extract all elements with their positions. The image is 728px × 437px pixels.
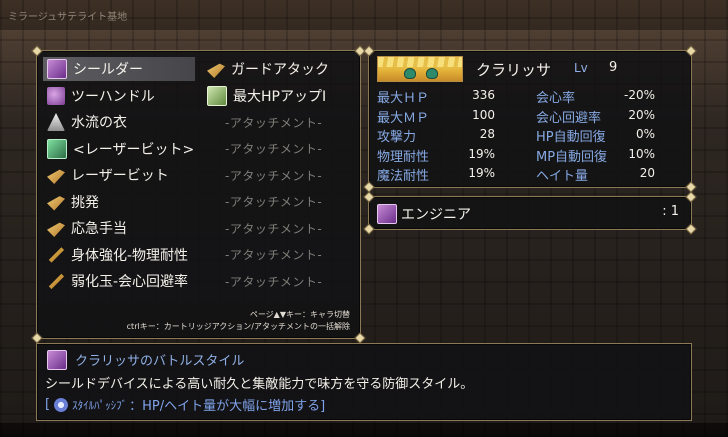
passive-tag: ｽﾀｲﾙﾊﾟｯｼﾌﾞ	[72, 398, 128, 412]
gun-icon	[47, 222, 65, 237]
stat-label: 攻撃力	[377, 130, 417, 145]
attachment-slot[interactable]: -アタッチメント-	[203, 137, 353, 161]
skill-slot[interactable]: 水流の衣	[43, 110, 195, 134]
character-name: クラリッサ	[476, 61, 552, 79]
portrait-eye	[404, 68, 416, 79]
skill-slot[interactable]: レーザービット	[43, 163, 195, 187]
attachment-slot[interactable]: -アタッチメント-	[203, 269, 353, 293]
skill-slot[interactable]: 応急手当	[43, 216, 195, 240]
character-portrait	[377, 56, 463, 82]
stat-label: 最大ＭＰ	[377, 110, 430, 126]
job-level: : 1	[662, 204, 679, 219]
stat-label: 物理耐性	[377, 149, 430, 165]
attachment-slot[interactable]: -アタッチメント-	[203, 110, 353, 134]
stat-value: 0%	[635, 127, 655, 141]
attachment-empty-label: -アタッチメント-	[225, 115, 323, 130]
attachment-slot[interactable]: -アタッチメント-	[203, 190, 353, 214]
bottom-bar	[0, 423, 728, 437]
style-icon	[47, 350, 67, 370]
area-label: ミラージュサテライト基地	[8, 12, 128, 23]
attachment-empty-label: -アタッチメント-	[225, 274, 323, 289]
passive-text: ：HP/ヘイト量が大幅に増加する]	[129, 399, 326, 414]
attachment-empty-label: -アタッチメント-	[225, 142, 323, 156]
skill-label: 身体強化-物理耐性	[71, 247, 189, 264]
stat-label: ヘイト量	[536, 169, 589, 184]
passive-bracket: [	[45, 397, 51, 412]
stat-label: HP自動回復	[536, 130, 606, 145]
stat-value: 20	[639, 166, 655, 180]
skill-slot[interactable]: <レーザービット>	[43, 137, 195, 161]
skill-slot[interactable]: シールダー	[43, 57, 195, 81]
cartridge-icon	[48, 273, 65, 290]
stat-value: 100	[472, 107, 495, 122]
hint-page-switch: ページ▲▼キー：キャラ切替	[249, 310, 350, 319]
description-panel: クラリッサのバトルスタイル シールドデバイスによる高い耐久と集敵能力で味方を守る…	[36, 343, 692, 421]
skill-label: 挑発	[71, 194, 99, 211]
description-text: シールドデバイスによる高い耐久と集敵能力で味方を守る防御スタイル。	[45, 377, 474, 392]
stat-value: 28	[479, 127, 495, 141]
skill-label: <レーザービット>	[73, 141, 195, 158]
description-title: クラリッサのバトルスタイル	[75, 354, 245, 369]
skill-slot[interactable]: 身体強化-物理耐性	[43, 243, 195, 267]
skill-label: 応急手当	[71, 221, 127, 237]
stat-label: 魔法耐性	[377, 169, 430, 184]
stat-value: 19%	[468, 166, 495, 180]
attachment-empty-label: -アタッチメント-	[225, 195, 323, 209]
portrait-hair	[378, 57, 462, 67]
stat-value: 19%	[468, 146, 495, 161]
stat-value: -20%	[623, 88, 655, 102]
attachment-empty-label: -アタッチメント-	[225, 248, 323, 262]
card-icon	[207, 85, 227, 106]
attachment-empty-label: -アタッチメント-	[225, 221, 323, 236]
stat-label: 会心率	[536, 91, 576, 106]
gun-icon	[47, 169, 65, 184]
stat-label: 最大ＨＰ	[377, 91, 430, 106]
cartridge-icon	[48, 247, 65, 263]
level-value: 9	[609, 60, 618, 75]
job-name[interactable]: エンジニア	[401, 204, 471, 224]
skill-label: ツーハンドル	[71, 88, 155, 105]
shield-icon	[47, 59, 67, 79]
stat-label: MP自動回復	[536, 149, 608, 165]
hand-icon	[47, 86, 65, 105]
portrait-eye	[426, 68, 438, 79]
skill-slot[interactable]: ツーハンドル	[43, 84, 195, 108]
stat-label: 会心回避率	[536, 110, 602, 126]
skill-label: 弱化玉-会心回避率	[71, 274, 189, 290]
attachment-empty-label: -アタッチメント-	[225, 168, 323, 183]
attachment-slot[interactable]: -アタッチメント-	[203, 216, 353, 240]
attachment-slot[interactable]: -アタッチメント-	[203, 163, 353, 187]
skill-slot[interactable]: 挑発	[43, 190, 195, 214]
passive-line: [ ｽﾀｲﾙﾊﾟｯｼﾌﾞ ：HP/ヘイト量が大幅に増加する]	[45, 395, 325, 414]
attachment-slot[interactable]: -アタッチメント-	[203, 243, 353, 267]
stat-value: 20%	[628, 107, 655, 122]
attachment-slot[interactable]: ガードアタック	[203, 57, 353, 81]
stat-value: 10%	[628, 146, 655, 161]
tool-icon	[207, 63, 225, 78]
level-label: Lv	[574, 61, 588, 75]
skill-label: 水流の衣	[71, 115, 127, 131]
job-panel: エンジニア : 1	[363, 191, 697, 235]
robe-icon	[47, 113, 65, 131]
bit-icon	[47, 138, 67, 159]
attachment-slot[interactable]: 最大HPアップⅠ	[203, 84, 353, 108]
passive-icon	[54, 397, 69, 412]
skill-label: レーザービット	[71, 168, 169, 184]
stat-value: 336	[472, 88, 495, 102]
skill-label: シールダー	[73, 62, 143, 78]
skills-panel: シールダーツーハンドル 水流の衣 <レーザービット> レーザービット 挑発応急手当身体強…	[31, 45, 366, 344]
gun-icon	[47, 196, 65, 211]
skill-slot[interactable]: 弱化玉-会心回避率	[43, 269, 195, 293]
attachment-label: 最大HPアップⅠ	[233, 88, 327, 105]
status-panel: クラリッサ Lv 9 最大ＨＰ 336 最大ＭＰ 100 攻撃力 28 物理耐性 19% 魔法耐…	[363, 45, 697, 193]
hint-ctrl-clear: ctrlキー：カートリッジアクション/アタッチメントの一括解除	[126, 322, 350, 331]
job-icon	[377, 204, 397, 224]
attachment-label: ガードアタック	[231, 62, 329, 78]
top-bar: ミラージュサテライト基地	[0, 0, 728, 30]
